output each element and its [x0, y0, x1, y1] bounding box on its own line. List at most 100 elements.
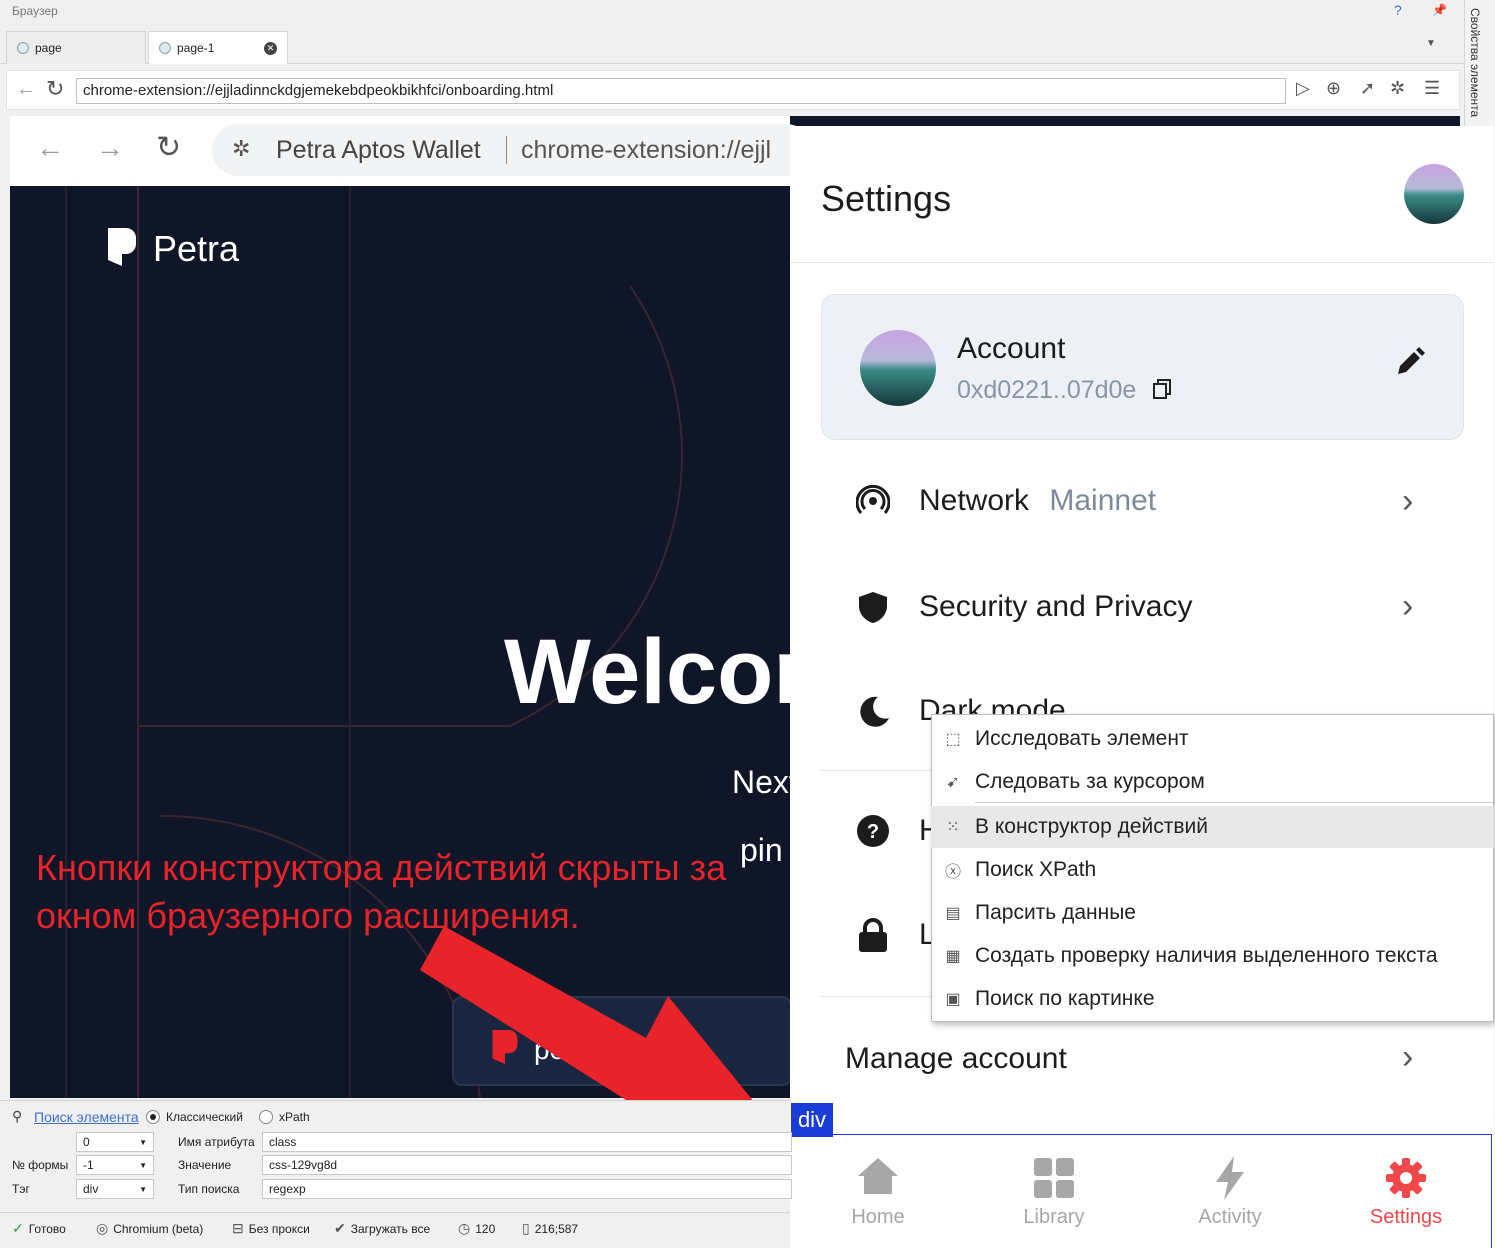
grid-icon	[1034, 1158, 1074, 1198]
account-avatar	[860, 330, 936, 406]
find-element-link[interactable]: Поиск элемента	[34, 1109, 139, 1125]
status-coords-value: 216;587	[534, 1221, 579, 1236]
nav-activity-label: Activity	[1198, 1206, 1262, 1228]
pointer-icon[interactable]: ➚	[1360, 78, 1375, 99]
status-timeout-value: 120	[475, 1221, 496, 1236]
context-menu-item-inspect[interactable]: ⬚ Исследовать элемент	[931, 718, 1494, 760]
form-number-select[interactable]: -1 ▼	[76, 1155, 154, 1175]
check-badge-icon: ✔	[334, 1220, 346, 1236]
welcome-subtext: Next	[732, 764, 798, 800]
reload-icon[interactable]: ↻	[156, 130, 181, 165]
host-window-title: Браузер	[12, 4, 58, 18]
context-menu-item-follow[interactable]: ➹ Следовать за курсором	[931, 761, 1494, 803]
chevron-right-icon[interactable]: ›	[1402, 482, 1413, 521]
account-address: 0xd0221..07d0e	[957, 376, 1137, 404]
edit-pencil-icon[interactable]	[1394, 346, 1426, 378]
search-icon: ⚲	[12, 1108, 23, 1124]
tab-list-dropdown-icon[interactable]: ▼	[1426, 38, 1436, 49]
attribute-name-label: Имя атрибута	[178, 1135, 255, 1149]
extension-url: chrome-extension://ejjl	[521, 136, 772, 164]
chevron-down-icon: ▼	[139, 1184, 147, 1194]
menu-icon[interactable]: ☰	[1424, 78, 1440, 99]
help-icon[interactable]: ?	[1394, 2, 1402, 18]
context-menu-item-image-search[interactable]: ▣ Поиск по картинке	[931, 978, 1494, 1020]
chevron-down-icon: ▼	[139, 1160, 147, 1170]
gear-icon	[1386, 1158, 1426, 1198]
pin-icon[interactable]: 📌	[1432, 3, 1447, 17]
host-url-input[interactable]: chrome-extension://ejjladinnckdgjemekebd…	[76, 78, 1286, 104]
text-doc-icon: ▦	[945, 948, 961, 965]
status-timeout[interactable]: ◷ 120	[458, 1220, 495, 1237]
search-type-field[interactable]: regexp	[262, 1179, 792, 1199]
form-number-value: -1	[83, 1158, 94, 1172]
clock-icon: ◷	[458, 1220, 471, 1236]
status-proxy[interactable]: ⊟ Без прокси	[232, 1220, 310, 1237]
chevron-right-icon[interactable]: ›	[1402, 587, 1413, 626]
nav-activity[interactable]: Activity	[1150, 1148, 1310, 1238]
moon-icon	[860, 696, 889, 727]
context-menu-item-constructor[interactable]: ⁙ В конструктор действий	[931, 806, 1494, 848]
divider	[790, 262, 1494, 263]
crosshair-icon[interactable]: ⊕	[1326, 78, 1341, 99]
close-tab-icon[interactable]: ✕	[264, 41, 277, 55]
nav-library[interactable]: Library	[974, 1148, 1134, 1238]
play-icon[interactable]: ▷	[1296, 78, 1310, 99]
mode-xpath-radio[interactable]	[259, 1110, 273, 1124]
network-value: Mainnet	[1049, 484, 1157, 517]
chevron-down-icon: ▼	[139, 1137, 147, 1147]
avatar[interactable]	[1404, 164, 1464, 224]
network-row[interactable]: Network Mainnet	[919, 484, 1156, 518]
mouse-icon: ▯	[522, 1220, 530, 1236]
tag-select[interactable]: div ▼	[76, 1179, 154, 1199]
globe-icon	[17, 42, 29, 54]
element-properties-label: Свойства элемента	[1468, 8, 1482, 118]
home-icon	[858, 1158, 898, 1194]
chromium-icon: ◎	[96, 1220, 109, 1236]
tag-label: Тэг	[12, 1182, 30, 1196]
extension-title: Petra Aptos Wallet	[276, 136, 481, 164]
forward-arrow-icon[interactable]: →	[96, 132, 124, 164]
omnibox-separator	[506, 136, 507, 164]
network-signal-icon	[856, 484, 890, 514]
petra-brand-name: Petra	[153, 228, 240, 269]
mode-classic-label: Классический	[166, 1110, 243, 1124]
attribute-name-field[interactable]: class	[262, 1132, 792, 1152]
account-name: Account	[957, 332, 1066, 365]
nav-home[interactable]: Home	[798, 1148, 958, 1238]
highlight-tag-label: div	[791, 1103, 833, 1137]
network-label: Network	[919, 484, 1030, 517]
divider	[821, 770, 931, 771]
value-field[interactable]: css-129vg8d	[262, 1155, 792, 1175]
welcome-heading: Welcor	[504, 621, 810, 723]
copy-icon[interactable]	[1152, 378, 1174, 400]
extension-puzzle-icon[interactable]: ✲	[1390, 78, 1405, 99]
host-tab-page-1[interactable]: page-1 ✕	[148, 31, 288, 64]
host-tab-page[interactable]: page	[6, 31, 146, 64]
image-icon: ▣	[945, 991, 961, 1008]
index-select[interactable]: 0 ▼	[76, 1132, 154, 1152]
manage-account-row[interactable]: Manage account	[845, 1042, 1067, 1076]
form-number-label: № формы	[12, 1158, 69, 1172]
status-load[interactable]: ✔ Загружать все	[334, 1220, 430, 1237]
status-ready: ✓ Готово	[12, 1220, 66, 1237]
chevron-right-icon[interactable]: ›	[1402, 1038, 1413, 1077]
context-menu-item-xpath[interactable]: ⓧ Поиск XPath	[931, 849, 1494, 891]
xpath-circle-icon: ⓧ	[944, 864, 961, 881]
extension-puzzle-icon: ✲	[232, 136, 251, 161]
context-menu-label: Поиск по картинке	[975, 987, 1155, 1010]
nav-home-label: Home	[851, 1206, 905, 1228]
context-menu-item-parse[interactable]: ▤ Парсить данные	[931, 892, 1494, 934]
back-arrow-icon[interactable]: ←	[36, 132, 64, 164]
reload-icon[interactable]: ↻	[46, 76, 64, 102]
back-arrow-icon[interactable]: ←	[16, 78, 36, 101]
lightning-icon	[1216, 1156, 1244, 1200]
security-privacy-row[interactable]: Security and Privacy	[919, 590, 1192, 624]
nav-settings[interactable]: Settings	[1326, 1148, 1486, 1238]
status-engine[interactable]: ◎ Chromium (beta)	[96, 1220, 203, 1237]
host-tab-label: page-1	[177, 41, 215, 55]
shield-icon	[859, 592, 887, 623]
mode-classic-radio[interactable]	[146, 1110, 160, 1124]
host-tab-label: page	[35, 41, 62, 55]
petra-logo-icon	[108, 228, 136, 266]
context-menu-item-text-check[interactable]: ▦ Создать проверку наличия выделенного т…	[931, 935, 1494, 977]
